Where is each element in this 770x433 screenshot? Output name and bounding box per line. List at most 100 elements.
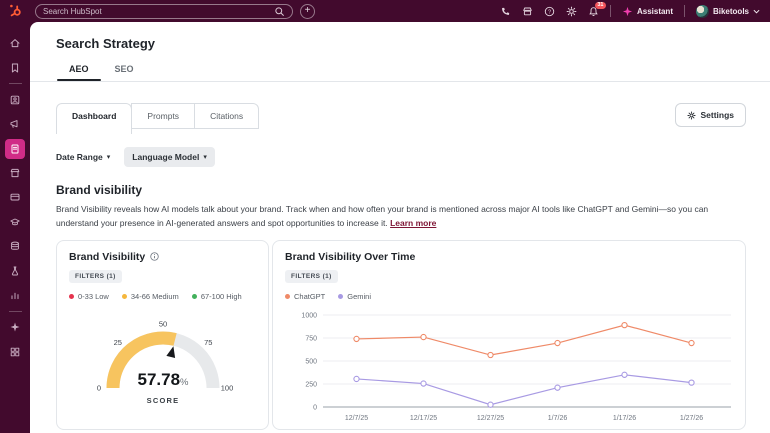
sidebar-item-reporting[interactable] xyxy=(5,285,25,305)
sidebar-item-breeze-ai[interactable] xyxy=(5,317,25,337)
gear-icon xyxy=(687,111,696,120)
svg-text:25: 25 xyxy=(113,338,121,347)
filters-pill[interactable]: FILTERS (1) xyxy=(69,270,122,283)
legend-label: 0-33 Low xyxy=(78,292,109,301)
sidebar-item-content[interactable] xyxy=(5,139,25,159)
description-text: Brand Visibility reveals how AI models t… xyxy=(56,204,708,228)
svg-text:1/27/26: 1/27/26 xyxy=(680,415,703,422)
account-menu[interactable]: Biketools xyxy=(696,5,760,18)
marketplace-icon[interactable] xyxy=(522,6,533,17)
svg-text:12/17/25: 12/17/25 xyxy=(410,415,437,422)
sidebar-divider xyxy=(9,311,22,312)
automations-icon xyxy=(9,265,21,277)
legend-dot xyxy=(285,294,290,299)
legend-item: Gemini xyxy=(338,292,371,301)
chart-card-title: Brand Visibility Over Time xyxy=(285,251,415,263)
section-heading: Brand visibility xyxy=(56,183,746,197)
learn-more-link[interactable]: Learn more xyxy=(390,218,436,228)
app-marketplace-icon xyxy=(9,346,21,358)
service-icon xyxy=(9,216,21,228)
date-range-label: Date Range xyxy=(56,152,103,162)
svg-text:?: ? xyxy=(548,9,551,15)
sidebar-item-bookmarks[interactable] xyxy=(5,58,25,78)
reporting-icon xyxy=(9,289,21,301)
svg-text:57.78%: 57.78% xyxy=(137,370,189,389)
legend-label: 34-66 Medium xyxy=(131,292,179,301)
brand-visibility-card: Brand Visibility FILTERS (1) 0-33 Low34-… xyxy=(56,240,269,430)
chevron-down-icon xyxy=(753,9,760,14)
report-tab-citations[interactable]: Citations xyxy=(194,103,259,129)
date-range-dropdown[interactable]: Date Range ▾ xyxy=(56,152,110,162)
topbar-divider xyxy=(684,5,685,17)
sidebar-item-sales[interactable] xyxy=(5,187,25,207)
sidebar-item-data-management[interactable] xyxy=(5,236,25,256)
account-avatar xyxy=(696,5,709,18)
create-button[interactable]: + xyxy=(300,4,315,19)
svg-text:1000: 1000 xyxy=(301,312,317,319)
page-tabs: AEOSEO xyxy=(56,59,746,81)
legend-dot xyxy=(122,294,127,299)
tabs-divider xyxy=(30,81,770,82)
commerce-icon xyxy=(9,167,21,179)
help-icon[interactable]: ? xyxy=(544,6,555,17)
notification-count-badge: 31 xyxy=(595,2,606,10)
svg-text:100: 100 xyxy=(220,383,233,392)
settings-icon[interactable] xyxy=(566,6,577,17)
calling-icon[interactable] xyxy=(500,6,511,17)
svg-text:0: 0 xyxy=(313,404,317,411)
legend-dot xyxy=(69,294,74,299)
sidebar-item-automations[interactable] xyxy=(5,261,25,281)
page-tab-aeo[interactable]: AEO xyxy=(56,59,102,81)
legend-dot xyxy=(192,294,197,299)
svg-text:1/17/26: 1/17/26 xyxy=(613,415,636,422)
home-icon xyxy=(9,37,21,49)
sidebar-item-marketing[interactable] xyxy=(5,114,25,134)
topbar-divider xyxy=(610,5,611,17)
language-model-label: Language Model xyxy=(132,152,199,162)
chart-legend: ChatGPT Gemini xyxy=(285,292,733,301)
report-tabs: DashboardPromptsCitations xyxy=(56,103,259,134)
assistant-button[interactable]: Assistant xyxy=(622,6,673,17)
settings-button[interactable]: Settings xyxy=(675,103,746,127)
info-icon[interactable] xyxy=(150,252,159,261)
account-name: Biketools xyxy=(713,7,749,16)
content-icon xyxy=(9,143,21,155)
section-description: Brand Visibility reveals how AI models t… xyxy=(56,202,746,231)
main-content: Search Strategy AEOSEO DashboardPromptsC… xyxy=(30,22,770,433)
svg-text:12/7/25: 12/7/25 xyxy=(345,415,368,422)
sidebar-item-home[interactable] xyxy=(5,33,25,53)
page-tab-seo[interactable]: SEO xyxy=(102,59,147,81)
legend-item: 67-100 High xyxy=(192,292,242,301)
language-model-dropdown[interactable]: Language Model ▾ xyxy=(124,147,215,167)
svg-text:SCORE: SCORE xyxy=(146,396,179,405)
legend-label: Gemini xyxy=(347,292,371,301)
svg-text:750: 750 xyxy=(305,335,317,342)
top-navigation-bar: + ? 31 xyxy=(0,0,770,22)
svg-text:500: 500 xyxy=(305,358,317,365)
sidebar-item-service[interactable] xyxy=(5,212,25,232)
breeze-ai-icon xyxy=(9,321,21,333)
notifications-button[interactable]: 31 xyxy=(588,6,599,17)
sidebar-divider xyxy=(9,83,22,84)
search-input[interactable] xyxy=(43,7,274,16)
assistant-label: Assistant xyxy=(637,7,673,16)
legend-item: 34-66 Medium xyxy=(122,292,179,301)
sidebar-navigation xyxy=(0,22,30,433)
legend-label: 67-100 High xyxy=(201,292,242,301)
sidebar-item-commerce[interactable] xyxy=(5,163,25,183)
report-tab-prompts[interactable]: Prompts xyxy=(131,103,195,129)
global-search[interactable] xyxy=(35,4,293,19)
brand-visibility-gauge: 025507510057.78%SCORE xyxy=(70,302,256,414)
assistant-sparkle-icon xyxy=(622,6,633,17)
hubspot-logo-icon[interactable] xyxy=(8,3,24,19)
legend-dot xyxy=(338,294,343,299)
report-tab-dashboard[interactable]: Dashboard xyxy=(56,103,132,134)
crm-icon xyxy=(9,94,21,106)
svg-text:12/27/25: 12/27/25 xyxy=(477,415,504,422)
settings-button-label: Settings xyxy=(700,110,734,120)
legend-item: ChatGPT xyxy=(285,292,325,301)
filters-pill[interactable]: FILTERS (1) xyxy=(285,270,338,283)
data-management-icon xyxy=(9,240,21,252)
sidebar-item-crm[interactable] xyxy=(5,90,25,110)
sidebar-item-app-marketplace[interactable] xyxy=(5,342,25,362)
